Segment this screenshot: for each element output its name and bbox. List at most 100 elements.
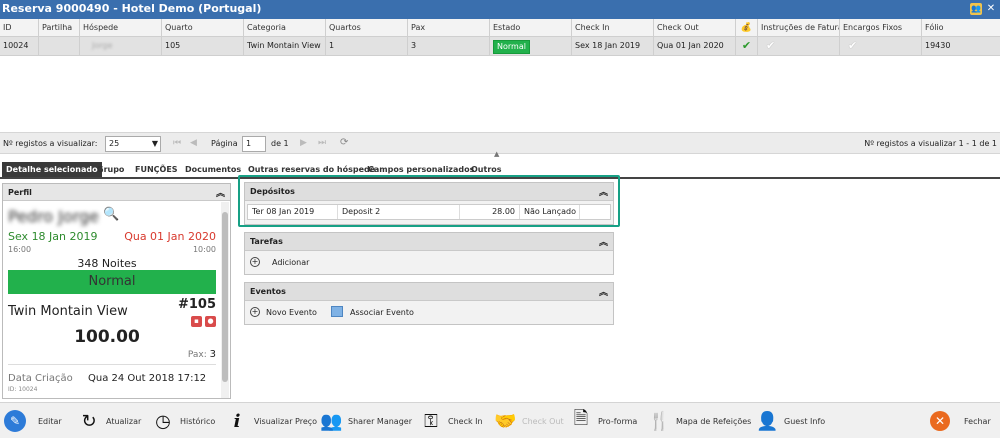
guest-name: Pedro Jorge [8, 207, 99, 226]
cell-partilha [39, 37, 80, 55]
meal-map-button[interactable]: 🍴 Mapa de Refeições [648, 403, 751, 438]
last-page-icon[interactable]: ⏭ [318, 138, 326, 148]
cell-quartos: 1 [326, 37, 408, 55]
pencil-icon: ✎ [4, 410, 26, 432]
col-header-checkin[interactable]: Check In [572, 19, 654, 36]
created-id: ID: 10024 [8, 386, 38, 393]
eye-icon[interactable]: ● [205, 316, 216, 327]
add-icon[interactable]: + [250, 307, 260, 317]
tarefas-title: Tarefas [250, 237, 283, 246]
perfil-scrollbar[interactable] [221, 202, 229, 398]
search-icon[interactable]: 🔍 [103, 207, 119, 222]
cell-categoria: Twin Montain View [244, 37, 326, 55]
close-button[interactable]: ✕ Fechar [930, 403, 991, 438]
eventos-header: Eventos ︽ [245, 283, 613, 301]
sharer-manager-label: Sharer Manager [348, 416, 412, 426]
check-out-button[interactable]: 🤝 Check Out [494, 403, 564, 438]
refresh-label: Atualizar [106, 416, 142, 426]
check-icon: ✔ [736, 37, 758, 55]
scrollbar-thumb[interactable] [222, 212, 228, 382]
pax-info: Pax: 3 [188, 349, 216, 360]
add-task-button[interactable]: Adicionar [272, 258, 309, 267]
sharer-manager-button[interactable]: 👥 Sharer Manager [320, 403, 412, 438]
edit-button[interactable]: ✎ Editar [4, 403, 62, 438]
table-row[interactable]: 10024 Jorge 105 Twin Montain View 1 3 No… [0, 37, 1000, 56]
titlebar-icons: 👥 ✕ [970, 3, 997, 15]
reservation-status-bar: Normal [8, 270, 216, 294]
page-of-label: de 1 [271, 139, 289, 148]
cell-hospede: Jorge [80, 37, 162, 55]
tab-detalhe-selecionado[interactable]: Detalhe selecionado [2, 162, 102, 177]
page-size-select[interactable]: 25 ▼ [105, 136, 161, 152]
trash-icon[interactable]: ▪ [191, 316, 202, 327]
tab-funcoes[interactable]: FUNÇÕES [131, 162, 182, 177]
col-header-id[interactable]: ID [0, 19, 39, 36]
col-header-encargos[interactable]: Encargos Fixos [840, 19, 922, 36]
tab-grupo[interactable]: Grupo [93, 162, 128, 177]
col-header-quartos[interactable]: Quartos [326, 19, 408, 36]
money-bag-icon[interactable]: 💰 [736, 19, 758, 36]
history-button[interactable]: ◷ Histórico [152, 403, 215, 438]
collapse-icon[interactable]: ︽ [216, 186, 225, 199]
col-header-checkout[interactable]: Check Out [654, 19, 736, 36]
instrucoes-check-icon: ✔ [758, 37, 840, 55]
splitter-handle-icon[interactable]: ▲ [494, 150, 499, 158]
collapse-icon[interactable]: ︽ [599, 235, 608, 248]
refresh-icon: ↻ [81, 410, 97, 432]
records-label: Nº registos a visualizar: [3, 139, 98, 148]
close-icon: ✕ [930, 411, 950, 431]
refresh-button[interactable]: ↻ Atualizar [78, 403, 141, 438]
tarefas-panel: Tarefas ︽ + Adicionar [244, 232, 614, 275]
guest-info-button[interactable]: 👤 Guest Info [756, 403, 825, 438]
guest-info-label: Guest Info [784, 416, 826, 426]
col-header-estado[interactable]: Estado [490, 19, 572, 36]
close-label: Fechar [964, 416, 991, 426]
col-header-categoria[interactable]: Categoria [244, 19, 326, 36]
collapse-icon[interactable]: ︽ [599, 285, 608, 298]
col-header-folio[interactable]: Fólio [922, 19, 1000, 36]
add-icon[interactable]: + [250, 257, 260, 267]
tab-documentos[interactable]: Documentos [181, 162, 245, 177]
page-number-input[interactable]: 1 [242, 136, 266, 152]
col-header-quarto[interactable]: Quarto [162, 19, 244, 36]
created-label: Data Criação [8, 373, 73, 384]
tarefas-header: Tarefas ︽ [245, 233, 613, 251]
col-header-partilha[interactable]: Partilha [39, 19, 80, 36]
cell-id: 10024 [0, 37, 39, 55]
col-header-instrucoes[interactable]: Instruções de Faturaç [758, 19, 840, 36]
price-value: 100.00 [74, 327, 140, 347]
clock-icon: ◷ [155, 410, 171, 432]
key-icon: ⚿ [424, 410, 438, 432]
guest-name-blurred: Jorge [92, 41, 113, 50]
checkin-time: 16:00 [8, 245, 32, 254]
calendar-icon[interactable] [331, 306, 343, 317]
depositos-highlight-box [238, 175, 620, 227]
eventos-panel: Eventos ︽ + Novo Evento Associar Evento [244, 282, 614, 325]
prev-page-icon[interactable]: ◀ [190, 138, 197, 148]
perfil-title: Perfil [8, 188, 32, 197]
room-type: Twin Montain View [8, 304, 128, 319]
guest-name-text: Pedro Jorge [8, 207, 99, 226]
new-event-button[interactable]: Novo Evento [266, 308, 317, 317]
col-header-hospede[interactable]: Hóspede [80, 19, 162, 36]
pager-bar: Nº registos a visualizar: 25 ▼ ⏮ ◀ Págin… [0, 132, 1000, 154]
window-titlebar: Reserva 9000490 - Hotel Demo (Portugal) … [0, 0, 1000, 19]
check-in-button[interactable]: ⚿ Check In [420, 403, 482, 438]
next-page-icon[interactable]: ▶ [300, 138, 307, 148]
close-icon[interactable]: ✕ [985, 3, 997, 15]
col-header-pax[interactable]: Pax [408, 19, 490, 36]
cell-quarto: 105 [162, 37, 244, 55]
history-label: Histórico [180, 416, 216, 426]
view-price-button[interactable]: i Visualizar Preço [226, 403, 317, 438]
users-icon[interactable]: 👥 [970, 3, 982, 15]
refresh-icon[interactable]: ⟳ [340, 137, 348, 148]
eventos-body: + Novo Evento Associar Evento [245, 301, 613, 324]
divider [8, 364, 216, 365]
checkout-time: 10:00 [192, 245, 216, 254]
first-page-icon[interactable]: ⏮ [173, 138, 181, 148]
encargos-check-icon: ✔ [840, 37, 922, 55]
associate-event-button[interactable]: Associar Evento [350, 308, 414, 317]
document-icon: 🗎 [573, 408, 589, 429]
pro-forma-button[interactable]: 🗎 Pro-forma [570, 403, 638, 438]
meal-map-label: Mapa de Refeições [676, 416, 752, 426]
